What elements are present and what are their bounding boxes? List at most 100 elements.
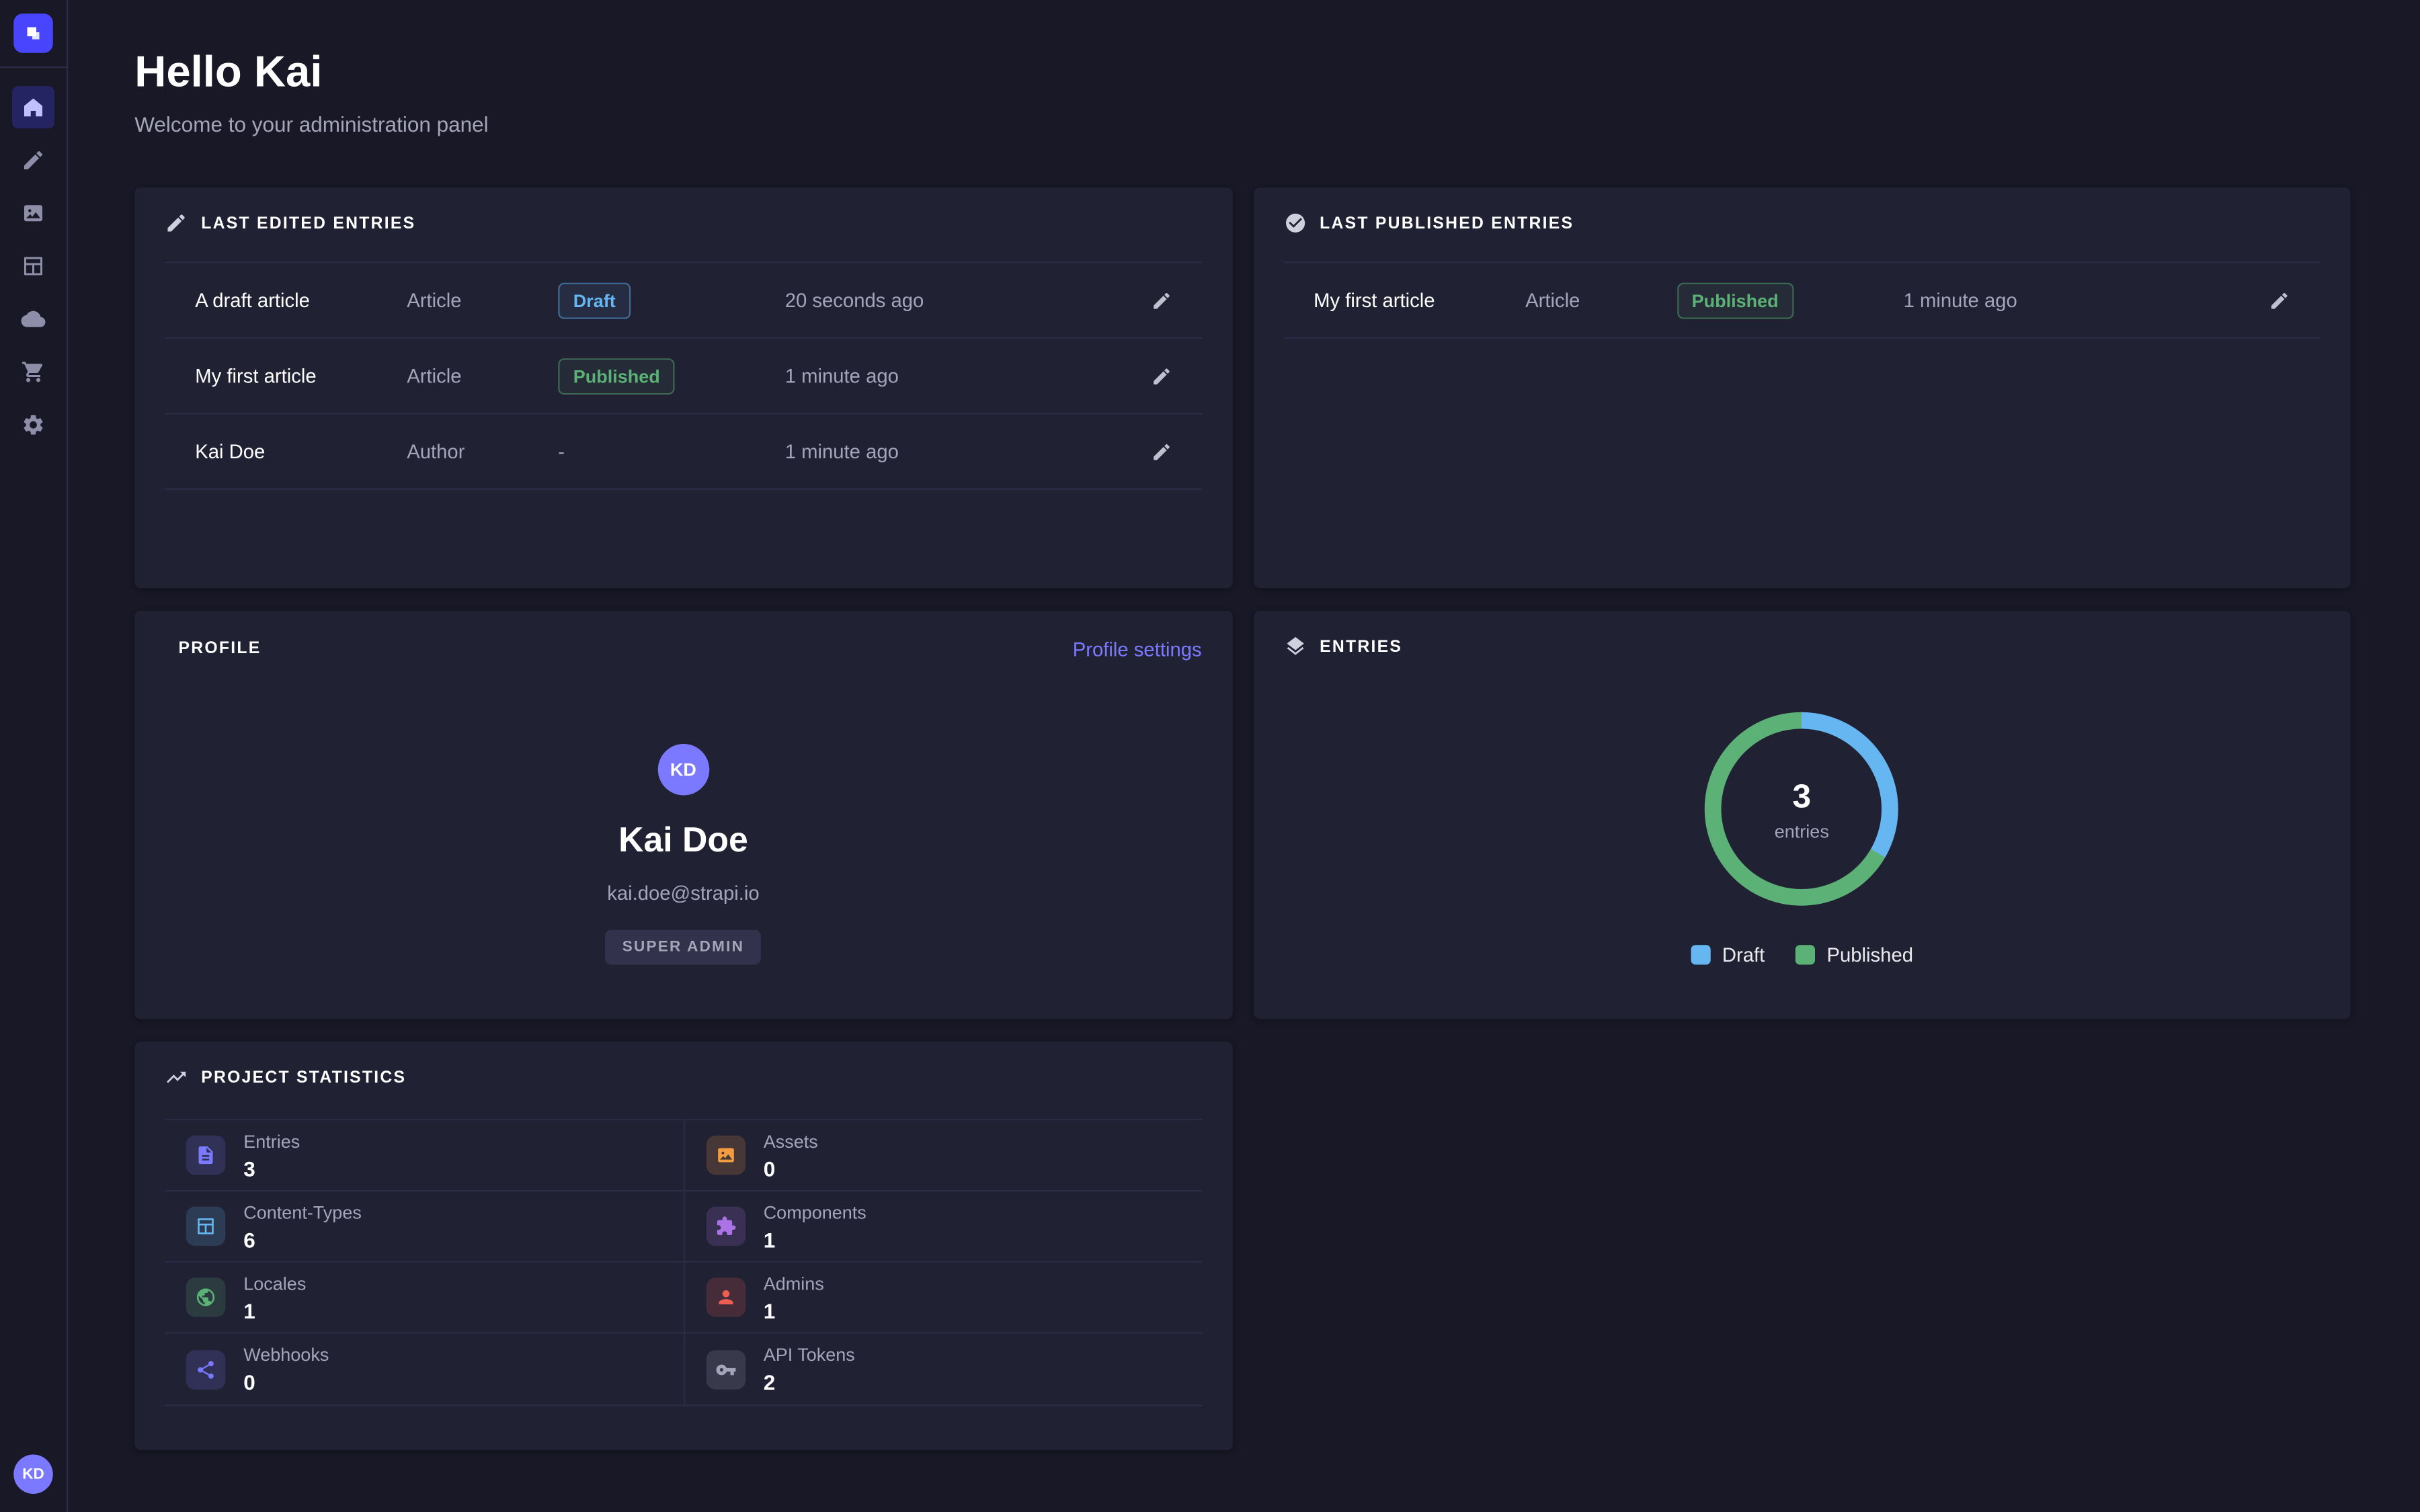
sidebar-item-content-type-builder[interactable]	[12, 245, 54, 288]
published-swatch	[1795, 945, 1814, 964]
sidebar-item-settings[interactable]	[12, 404, 54, 446]
role-badge: SUPER ADMIN	[606, 930, 761, 965]
stat-entries: Entries 3	[165, 1120, 683, 1191]
check-circle-icon	[1283, 212, 1306, 235]
content-type-builder-icon	[22, 254, 46, 278]
marketplace-cart-icon	[22, 360, 46, 384]
entry-type: Article	[407, 289, 558, 312]
card-title: ENTRIES	[1320, 637, 1402, 655]
sidebar-item-media-library[interactable]	[12, 192, 54, 235]
globe-icon	[186, 1277, 226, 1317]
stat-label: Webhooks	[243, 1344, 329, 1366]
stat-content-types: Content-Types6	[165, 1191, 683, 1263]
home-icon	[22, 95, 46, 120]
stat-value: 1	[764, 1298, 824, 1322]
file-icon	[186, 1136, 226, 1175]
stat-text: Components1	[764, 1202, 866, 1251]
profile-settings-link[interactable]: Profile settings	[1073, 637, 1202, 660]
cloud-icon	[22, 307, 46, 331]
edit-entry-button[interactable]	[1132, 365, 1172, 386]
pencil-icon	[1150, 365, 1172, 386]
project-statistics-header: PROJECT STATISTICS	[134, 1042, 1232, 1107]
card-title: PROJECT STATISTICS	[201, 1068, 406, 1087]
edit-entry-button[interactable]	[1132, 441, 1172, 462]
card-title: LAST PUBLISHED ENTRIES	[1320, 214, 1574, 232]
entries-donut: 3 entries	[1705, 712, 1898, 906]
entries-count-label: entries	[1775, 821, 1829, 842]
stat-text: Assets0	[764, 1130, 818, 1180]
user-avatar[interactable]: KD	[13, 1455, 53, 1495]
entry-status: Published	[1677, 282, 1904, 319]
sidebar-item-deploy[interactable]	[12, 298, 54, 340]
donut-center: 3 entries	[1775, 776, 1829, 841]
entry-name: Kai Doe	[195, 440, 407, 463]
sidebar: KD	[0, 0, 68, 1512]
profile-body: KD Kai Doe kai.doe@strapi.io SUPER ADMIN	[134, 744, 1232, 965]
last-edited-card: LAST EDITED ENTRIES A draft article Arti…	[134, 187, 1232, 588]
status-badge: Published	[558, 358, 675, 394]
stat-value: 3	[243, 1156, 300, 1180]
media-library-icon	[22, 201, 46, 225]
entries-body: 3 entries Draft Published	[1253, 712, 2350, 966]
stat-text: API Tokens 2	[764, 1344, 855, 1394]
entries-card: ENTRIES 3 entries Draft	[1253, 611, 2350, 1019]
strapi-logo[interactable]	[13, 13, 53, 53]
dashboard-grid: LAST EDITED ENTRIES A draft article Arti…	[134, 187, 2350, 1450]
pencil-icon	[2269, 290, 2290, 311]
entry-time: 20 seconds ago	[785, 289, 1132, 312]
entry-status: Draft	[558, 282, 785, 319]
last-edited-table: A draft article Article Draft 20 seconds…	[165, 261, 1201, 490]
profile-name: Kai Doe	[618, 820, 748, 861]
sidebar-item-home[interactable]	[12, 86, 54, 128]
empty-grid-cell	[1253, 1042, 2350, 1450]
status-badge: Draft	[558, 282, 631, 319]
stat-value: 1	[764, 1227, 866, 1251]
sidebar-nav	[12, 86, 54, 446]
content-manager-icon	[22, 149, 46, 173]
stat-value: 2	[764, 1370, 855, 1394]
legend-item-draft: Draft	[1691, 943, 1765, 966]
sidebar-footer: KD	[13, 1455, 53, 1495]
stat-locales: Locales1	[165, 1263, 683, 1334]
image-icon	[706, 1136, 745, 1175]
entry-status: -	[558, 440, 785, 463]
trending-up-icon	[165, 1066, 188, 1089]
edit-entry-button[interactable]	[2251, 290, 2290, 311]
stat-components: Components1	[683, 1191, 1201, 1263]
stat-label: Entries	[243, 1130, 300, 1152]
stat-admins: Admins 1	[683, 1263, 1201, 1334]
stat-value: 1	[243, 1298, 306, 1322]
sidebar-item-marketplace[interactable]	[12, 351, 54, 393]
entry-name: A draft article	[195, 289, 407, 312]
last-published-header: LAST PUBLISHED ENTRIES	[1253, 187, 2350, 253]
profile-email: kai.doe@strapi.io	[607, 882, 759, 905]
pencil-icon	[165, 212, 188, 235]
sidebar-item-content-manager[interactable]	[12, 139, 54, 181]
entry-type: Article	[407, 364, 558, 387]
admin-dashboard: KD Hello Kai Welcome to your administrat…	[0, 0, 2420, 1512]
stat-label: Admins	[764, 1272, 824, 1294]
page-title: Hello Kai	[134, 48, 2350, 98]
strapi-logo-icon	[22, 22, 46, 46]
page-subtitle: Welcome to your administration panel	[134, 112, 2350, 136]
page-header: Hello Kai Welcome to your administration…	[134, 48, 2350, 136]
stat-label: API Tokens	[764, 1344, 855, 1366]
last-published-card: LAST PUBLISHED ENTRIES My first article …	[1253, 187, 2350, 588]
pencil-icon	[1150, 290, 1172, 311]
legend-label: Published	[1827, 943, 1913, 966]
project-statistics-card: PROJECT STATISTICS Entries 3 Assets0 Cont…	[134, 1042, 1232, 1450]
puzzle-icon	[706, 1207, 745, 1247]
stat-value: 0	[764, 1156, 818, 1180]
stat-text: Admins 1	[764, 1272, 824, 1322]
status-badge: Published	[1677, 282, 1793, 319]
stat-webhooks: Webhooks0	[165, 1334, 683, 1405]
person-icon	[706, 1277, 745, 1317]
pencil-icon	[1150, 441, 1172, 462]
sidebar-divider	[0, 67, 67, 68]
stat-text: Locales1	[243, 1272, 306, 1322]
edit-entry-button[interactable]	[1132, 290, 1172, 311]
layout-icon	[186, 1207, 226, 1247]
stat-text: Content-Types6	[243, 1202, 362, 1251]
entry-time: 1 minute ago	[785, 364, 1132, 387]
entry-name: My first article	[1314, 289, 1525, 312]
